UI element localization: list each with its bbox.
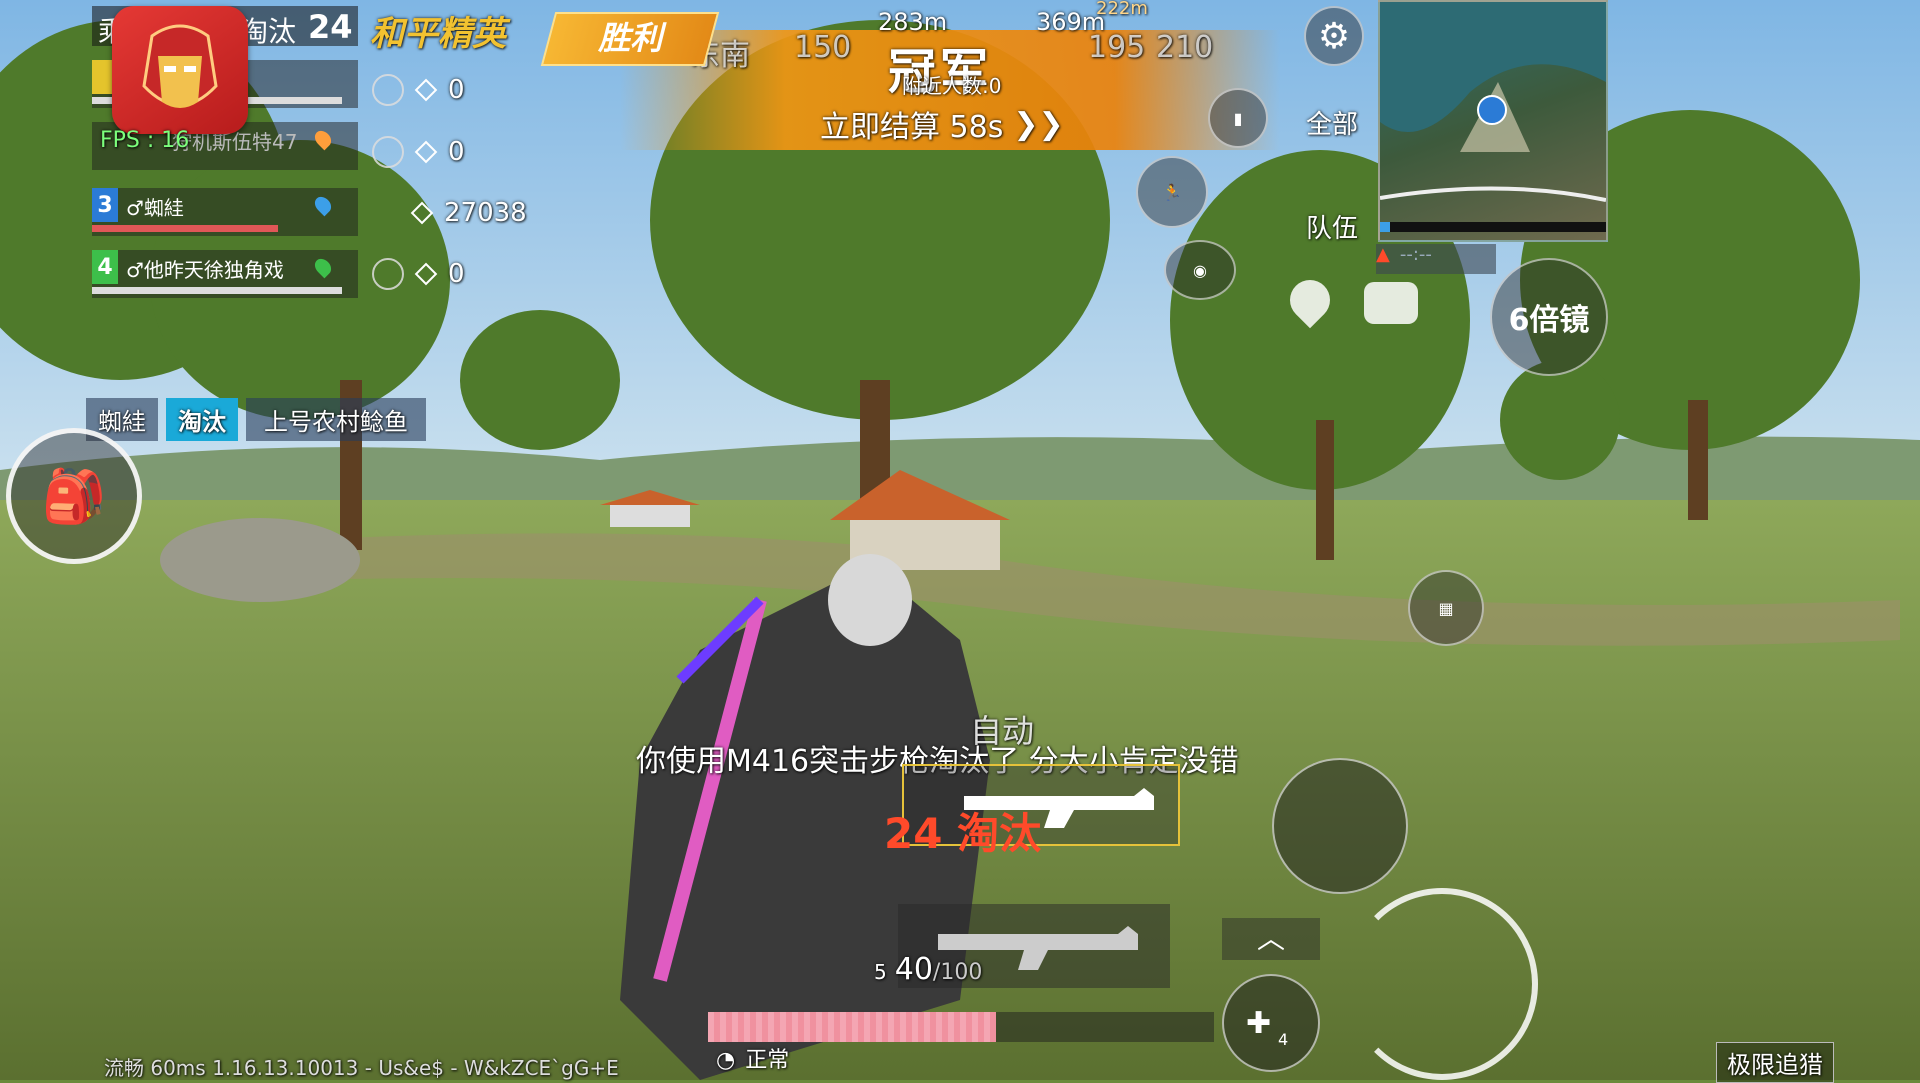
stat-value: 0 xyxy=(448,75,465,105)
kill-tag: 淘汰 xyxy=(166,397,238,441)
speaker-label: 全部 xyxy=(1306,110,1359,140)
parachute-icon xyxy=(372,136,404,168)
zone-timer-text: --:-- xyxy=(1399,244,1432,265)
warning-icon: ▲ xyxy=(1376,244,1390,265)
marker-distance-green: 369m xyxy=(1036,8,1106,36)
ammo-max: /100 xyxy=(932,960,983,985)
stat-row-2: 0 xyxy=(372,136,465,168)
member-health-bar xyxy=(92,225,278,232)
diamond-icon xyxy=(414,262,438,286)
steering-wheel-icon xyxy=(372,74,404,106)
nearby-count: 附近人数:0 xyxy=(902,74,1002,98)
stat-row-1: 0 xyxy=(372,74,465,106)
player-health-bar xyxy=(708,1012,1214,1042)
team-kills-count: 24 xyxy=(308,8,353,46)
network-info: 流畅 60ms 1.16.13.10013 - Us&e$ - W&kZCE`g… xyxy=(104,1056,619,1080)
settings-gear-icon[interactable]: ⚙ xyxy=(1304,6,1364,66)
grenade-count: 4 xyxy=(1278,1030,1289,1049)
minimap[interactable] xyxy=(1378,0,1608,242)
map-pin-icon xyxy=(311,255,335,279)
marker-distance-far: 222m xyxy=(1096,0,1148,19)
kill-feed: 蜘絓 淘汰 上号农村鲶鱼 xyxy=(86,397,426,441)
game-logo: 和平精英 xyxy=(370,14,506,54)
airdrop-crate-icon[interactable]: ▦ xyxy=(1408,570,1484,646)
expand-chevron-up-icon[interactable]: ︿ xyxy=(1222,918,1320,960)
fire-button[interactable] xyxy=(1346,888,1538,1080)
stat-row-4: 0 xyxy=(372,258,465,290)
mic-label: 队伍 xyxy=(1306,214,1359,244)
victory-badge: 胜利 xyxy=(540,12,720,66)
sprint-icon[interactable]: 🏃 xyxy=(1136,156,1208,228)
minimap-terrain xyxy=(1379,2,1607,232)
fps-counter: FPS : 16 xyxy=(100,128,190,153)
member-name: ♂蜘絓 xyxy=(126,196,184,220)
scope-6x-button[interactable]: 6倍镜 xyxy=(1490,258,1608,376)
reload-button[interactable] xyxy=(1272,758,1408,894)
victim-name: 上号农村鲶鱼 xyxy=(246,397,426,441)
grenade-icon: ✚ xyxy=(1246,1006,1272,1041)
spray-icon[interactable]: ▮ xyxy=(1208,88,1268,148)
map-pin-icon xyxy=(311,193,335,217)
member-health-bar xyxy=(92,287,342,294)
compass-label: 150 xyxy=(794,30,852,65)
member-number: 3 xyxy=(92,188,118,222)
grenade-button[interactable]: ✚ 4 xyxy=(1222,974,1320,1072)
steering-wheel-icon xyxy=(372,258,404,290)
diamond-icon xyxy=(410,201,434,225)
scope-label: 6倍镜 xyxy=(1508,303,1590,338)
stat-value: 27038 xyxy=(444,198,527,228)
map-pin-icon xyxy=(311,127,335,151)
ear-icon: ◔ xyxy=(716,1048,736,1073)
player-avatar[interactable] xyxy=(112,6,248,134)
ammo-counter: 5 40/100 xyxy=(874,952,982,987)
trophy-label: 胜利 xyxy=(598,19,663,57)
stat-row-3: 27038 xyxy=(372,198,527,228)
health-fill xyxy=(708,1012,997,1042)
settle-label: 立即结算 58s xyxy=(820,110,1004,145)
kill-count: 24 淘汰 xyxy=(884,809,1042,858)
iron-mask-icon xyxy=(142,24,218,108)
double-chevron-icon: ❯❯ xyxy=(1013,106,1064,142)
settle-now-button[interactable]: 立即结算 58s ❯❯ xyxy=(820,102,1064,146)
team-kills-label: 淘汰 xyxy=(240,15,297,48)
free-look-eye-icon[interactable]: ◉ xyxy=(1164,240,1236,300)
stat-value: 0 xyxy=(448,137,465,167)
member-name: ♂他昨天徐独角戏 xyxy=(126,258,284,282)
zone-timer: ▲ --:-- xyxy=(1376,244,1496,274)
status-label: 正常 xyxy=(745,1048,790,1073)
member-number: 4 xyxy=(92,250,118,284)
diamond-icon xyxy=(414,78,438,102)
stat-value: 0 xyxy=(448,259,465,289)
ammo-slot: 5 xyxy=(874,960,887,984)
speaker-channel-toggle[interactable]: 全部 xyxy=(1306,104,1358,141)
ammo-current: 40 xyxy=(894,952,933,987)
compass-label: 210 xyxy=(1156,30,1214,65)
game-mode-label: 极限追猎 xyxy=(1716,1042,1834,1083)
team-member-4: 4 ♂他昨天徐独角戏 xyxy=(92,250,358,298)
backpack-icon[interactable]: 🎒 xyxy=(6,428,142,564)
team-member-3: 3 ♂蜘絓 xyxy=(92,188,358,236)
mic-team-toggle[interactable]: 队伍 xyxy=(1306,208,1358,245)
chat-bubble-icon[interactable] xyxy=(1364,282,1418,324)
diamond-icon xyxy=(414,140,438,164)
player-status: ◔ 正常 xyxy=(716,1042,789,1074)
